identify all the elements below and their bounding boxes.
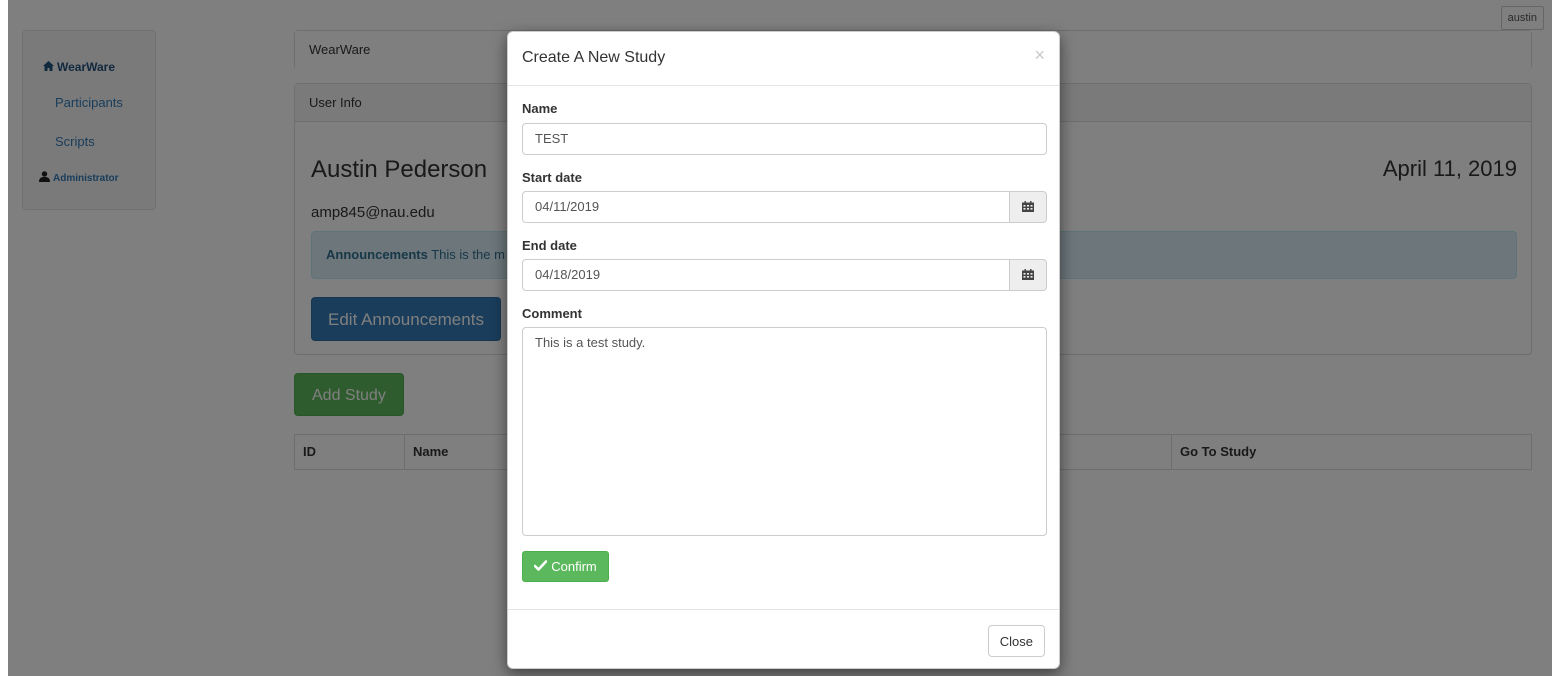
- calendar-icon: [1022, 267, 1034, 283]
- confirm-label: Confirm: [551, 559, 597, 574]
- end-date-label: End date: [522, 238, 577, 253]
- start-date-calendar-button[interactable]: [1010, 191, 1047, 223]
- comment-textarea[interactable]: This is a test study.: [522, 327, 1047, 536]
- name-field[interactable]: TEST: [522, 123, 1047, 155]
- start-date-field[interactable]: 04/11/2019: [522, 191, 1010, 223]
- calendar-icon: [1022, 199, 1034, 215]
- end-date-field[interactable]: 04/18/2019: [522, 259, 1010, 291]
- confirm-button[interactable]: Confirm: [522, 551, 609, 582]
- end-date-calendar-button[interactable]: [1010, 259, 1047, 291]
- close-icon[interactable]: ×: [1034, 46, 1045, 64]
- checkmark-icon: [533, 559, 548, 574]
- end-date-group: 04/18/2019: [522, 259, 1047, 291]
- start-date-label: Start date: [522, 170, 582, 185]
- modal-header: Create A New Study ×: [508, 32, 1059, 86]
- modal-title: Create A New Study: [522, 49, 666, 66]
- name-label: Name: [522, 101, 558, 116]
- modal-footer: Close: [508, 609, 1059, 668]
- create-study-modal: Create A New Study × Name TEST Start dat…: [507, 31, 1060, 669]
- comment-label: Comment: [522, 306, 582, 321]
- close-button[interactable]: Close: [987, 625, 1045, 657]
- left-edge: [0, 0, 8, 676]
- start-date-group: 04/11/2019: [522, 191, 1047, 223]
